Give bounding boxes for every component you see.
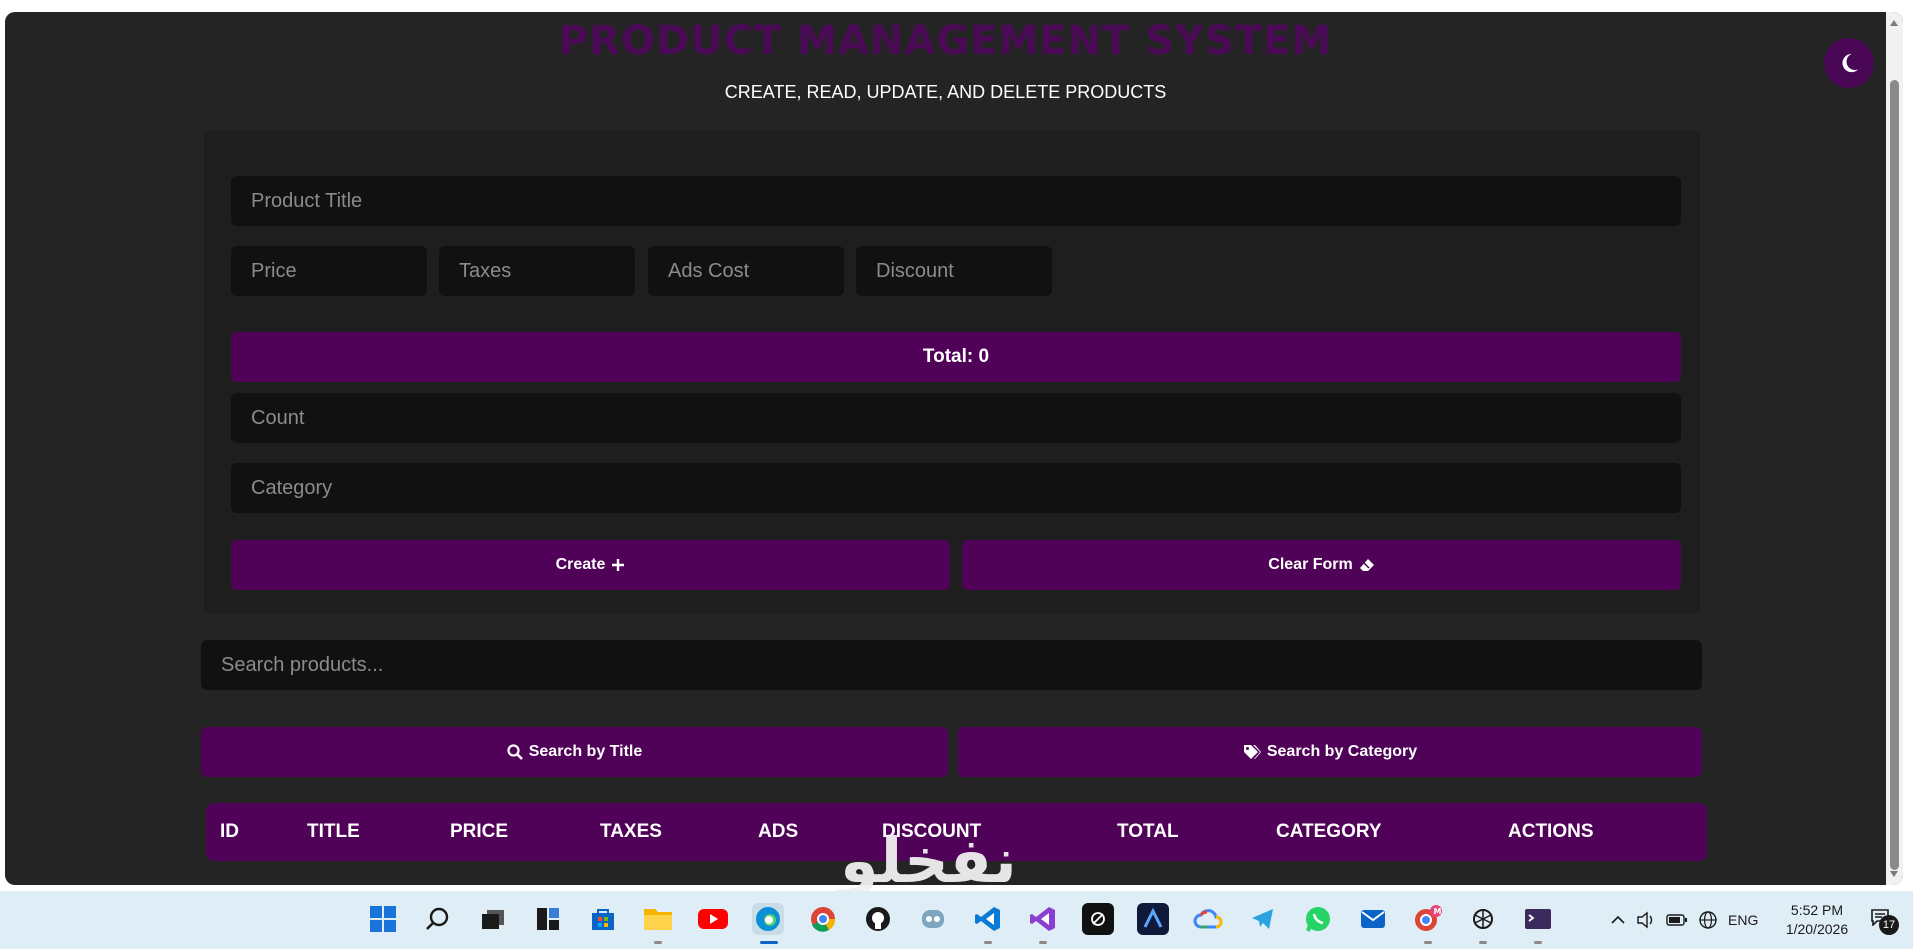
system-clock[interactable]: 5:52 PM 1/20/2026 — [1774, 901, 1860, 939]
edge-browser-icon[interactable] — [752, 903, 784, 935]
youtube-icon[interactable] — [697, 903, 729, 935]
column-header-id: ID — [220, 821, 239, 842]
search-by-category-label: Search by Category — [1266, 743, 1418, 760]
chrome-profile-icon[interactable]: M — [1412, 903, 1444, 935]
discount-input[interactable] — [856, 246, 1052, 296]
column-header-category: CATEGORY — [1276, 821, 1382, 842]
task-view-icon[interactable] — [477, 903, 509, 935]
windows-taskbar: M ENG 5:52 PM 1/20/2026 17 — [0, 891, 1913, 949]
arc-app-icon[interactable] — [1137, 903, 1169, 935]
file-explorer-icon[interactable] — [642, 903, 674, 935]
copilot-icon[interactable] — [917, 903, 949, 935]
chatgpt-icon[interactable] — [1467, 903, 1499, 935]
widgets-icon[interactable] — [532, 903, 564, 935]
telegram-icon[interactable] — [1247, 903, 1279, 935]
column-header-total: TOTAL — [1117, 821, 1179, 842]
column-header-title: TITLE — [307, 821, 360, 842]
vs-code-icon[interactable] — [972, 903, 1004, 935]
mail-icon[interactable] — [1357, 903, 1389, 935]
taskbar-search-icon[interactable] — [422, 903, 454, 935]
clear-form-button[interactable]: Clear Form — [962, 540, 1681, 590]
scrollbar-thumb[interactable] — [1890, 80, 1899, 870]
tags-icon — [1243, 745, 1261, 759]
volume-icon[interactable] — [1636, 911, 1656, 929]
category-input[interactable] — [231, 463, 1681, 513]
running-indicator — [1479, 941, 1487, 944]
count-input[interactable] — [231, 393, 1681, 443]
notification-center-button[interactable]: 17 — [1870, 908, 1900, 935]
search-by-title-label: Search by Title — [528, 743, 643, 760]
google-cloud-icon[interactable] — [1192, 903, 1224, 935]
search-icon — [507, 744, 523, 760]
page-scrollbar[interactable] — [1886, 12, 1903, 885]
microsoft-store-icon[interactable] — [587, 903, 619, 935]
page-title: PRODUCT MANAGEMENT SYSTEM — [558, 18, 1333, 64]
whatsapp-icon[interactable] — [1302, 903, 1334, 935]
theme-toggle-button[interactable] — [1824, 38, 1874, 88]
language-indicator[interactable]: ENG — [1728, 912, 1758, 928]
terminal-icon[interactable] — [1522, 903, 1554, 935]
create-button-label: Create — [555, 556, 606, 573]
active-indicator — [760, 941, 778, 944]
create-button[interactable]: Create — [231, 540, 950, 590]
running-indicator — [654, 941, 662, 944]
github-desktop-icon[interactable] — [862, 903, 894, 935]
product-title-input[interactable] — [231, 176, 1681, 226]
chrome-icon[interactable] — [807, 903, 839, 935]
clock-date: 1/20/2026 — [1785, 921, 1849, 937]
page-subtitle: CREATE, READ, UPDATE, AND DELETE PRODUCT… — [724, 82, 1167, 102]
plus-icon — [612, 559, 625, 571]
column-header-actions: ACTIONS — [1508, 821, 1594, 842]
column-header-price: PRICE — [450, 821, 509, 842]
column-header-ads: ADS — [758, 821, 799, 842]
globe-network-icon[interactable] — [1698, 910, 1718, 930]
clock-time: 5:52 PM — [1790, 902, 1844, 918]
browser-viewport: PRODUCT MANAGEMENT SYSTEM CREATE, READ, … — [5, 12, 1903, 885]
battery-icon[interactable] — [1666, 913, 1688, 927]
moon-icon — [1842, 53, 1859, 73]
running-indicator — [984, 941, 992, 944]
svg-text:M: M — [1434, 907, 1442, 916]
search-input[interactable] — [201, 640, 1702, 690]
running-indicator — [1534, 941, 1542, 944]
clear-form-button-label: Clear Form — [1268, 556, 1353, 573]
column-header-taxes: TAXES — [600, 821, 662, 842]
running-indicator — [1039, 941, 1047, 944]
running-indicator — [1424, 941, 1432, 944]
taxes-input[interactable] — [439, 246, 635, 296]
search-by-title-button[interactable]: Search by Title — [201, 727, 948, 777]
chevron-up-icon[interactable] — [1610, 912, 1626, 928]
search-by-category-button[interactable]: Search by Category — [958, 727, 1702, 777]
visual-studio-icon[interactable] — [1027, 903, 1059, 935]
notification-count-badge: 17 — [1879, 915, 1899, 935]
scroll-down-arrow-icon[interactable] — [1890, 871, 1898, 877]
watermark-logo: نفخلو — [840, 824, 1017, 897]
scroll-up-arrow-icon[interactable] — [1890, 20, 1898, 26]
eraser-icon — [1359, 559, 1374, 571]
cursor-app-icon[interactable] — [1082, 903, 1114, 935]
ads-cost-input[interactable] — [648, 246, 844, 296]
windows-start-icon[interactable] — [367, 903, 399, 935]
total-display: Total: 0 — [231, 332, 1681, 382]
product-form-panel: Total: 0 Create Clear Form — [204, 130, 1700, 614]
price-input[interactable] — [231, 246, 427, 296]
